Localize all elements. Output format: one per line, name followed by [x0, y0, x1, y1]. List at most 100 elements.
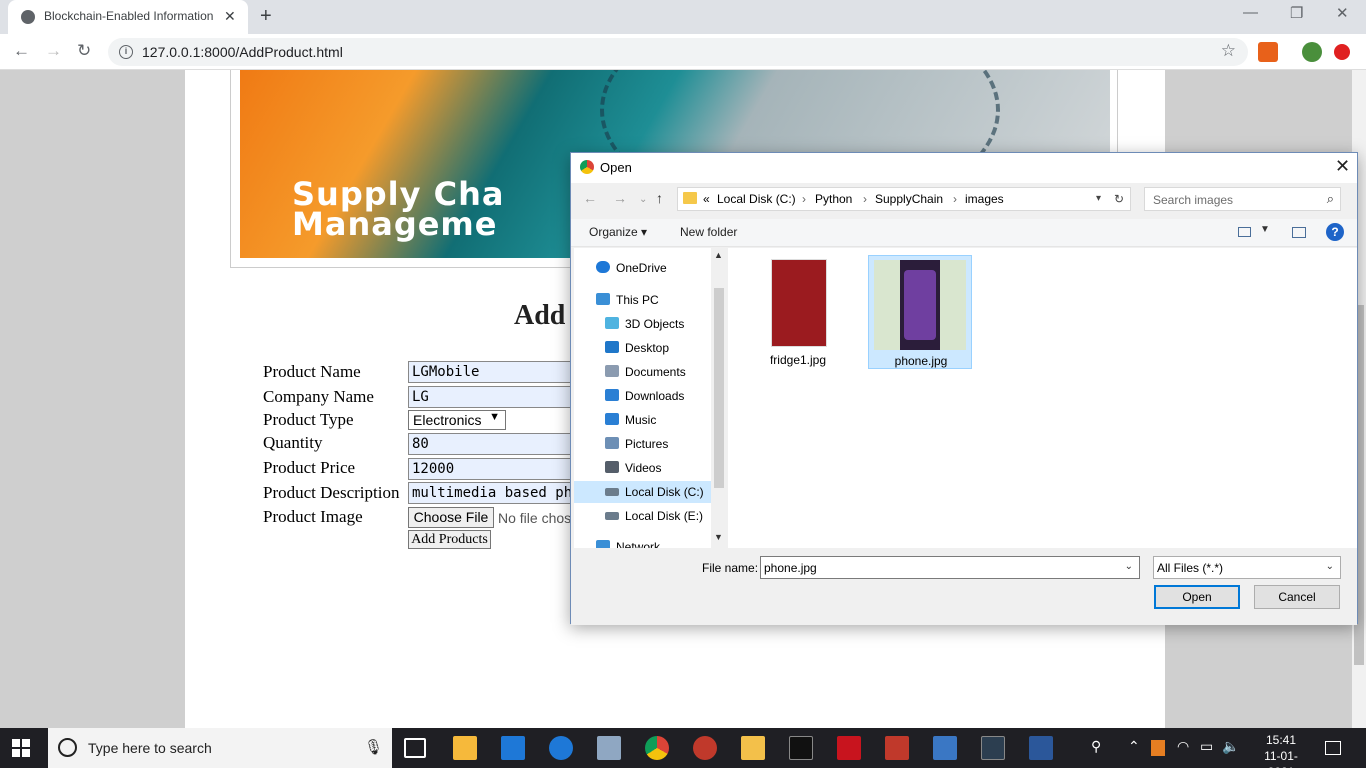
- chevron-up-icon[interactable]: ⌃: [1128, 738, 1140, 755]
- navigation-scrollbar[interactable]: ▲ ▼: [711, 248, 727, 548]
- extension-icon[interactable]: [1302, 42, 1322, 62]
- app-icon[interactable]: [885, 736, 909, 760]
- app-icon[interactable]: [597, 736, 621, 760]
- file-name-input[interactable]: phone.jpg ⌄: [760, 556, 1140, 579]
- tab-strip: Blockchain-Enabled Information ✕ + — ❐ ✕: [0, 0, 1366, 34]
- dialog-footer: File name: phone.jpg ⌄ All Files (*.*) ⌄…: [571, 549, 1357, 625]
- preview-pane-icon[interactable]: [1292, 227, 1306, 238]
- nav-3d-objects[interactable]: 3D Objects: [574, 313, 711, 335]
- store-icon[interactable]: [453, 736, 477, 760]
- app-icon[interactable]: [693, 736, 717, 760]
- breadcrumb-supplychain[interactable]: SupplyChain: [875, 192, 943, 206]
- file-name-label: File name:: [702, 561, 759, 575]
- nav-local-disk-c[interactable]: Local Disk (C:): [574, 481, 711, 503]
- choose-file-button[interactable]: Choose File: [408, 507, 494, 528]
- chevron-down-icon[interactable]: ⌄: [1125, 561, 1133, 572]
- file-explorer-icon[interactable]: [741, 736, 765, 760]
- restore-button[interactable]: ❐: [1290, 4, 1303, 22]
- nav-videos[interactable]: Videos: [574, 457, 711, 479]
- extension-icon[interactable]: [1334, 44, 1350, 60]
- task-view-icon[interactable]: [404, 738, 426, 758]
- file-type-select[interactable]: All Files (*.*) ⌄: [1153, 556, 1341, 579]
- dialog-close-icon[interactable]: ✕: [1335, 156, 1350, 177]
- tab-close-icon[interactable]: ✕: [224, 8, 236, 25]
- view-options-icon[interactable]: [1238, 227, 1251, 237]
- chevron-down-icon[interactable]: ▼: [1260, 224, 1270, 235]
- breadcrumb-python[interactable]: Python: [815, 192, 852, 206]
- nav-desktop[interactable]: Desktop: [574, 337, 711, 359]
- file-item[interactable]: fridge1.jpg: [746, 255, 850, 369]
- computer-icon: [596, 293, 610, 305]
- tab-title: Blockchain-Enabled Information: [44, 9, 214, 23]
- dialog-search-input[interactable]: Search images ⌕: [1144, 187, 1341, 211]
- chevron-right-icon: ›: [863, 192, 867, 206]
- forward-arrow-icon[interactable]: →: [45, 41, 62, 61]
- dialog-command-bar: Organize ▾ New folder ▼ ?: [571, 219, 1357, 247]
- close-window-button[interactable]: ✕: [1336, 4, 1349, 22]
- windows-start-icon[interactable]: [12, 739, 30, 757]
- nav-downloads[interactable]: Downloads: [574, 385, 711, 407]
- recent-dropdown-icon[interactable]: ⌄: [639, 194, 647, 205]
- reload-icon[interactable]: ↻: [77, 41, 91, 61]
- word-icon[interactable]: [1029, 736, 1053, 760]
- tray-app-icon[interactable]: [1151, 740, 1165, 756]
- people-icon[interactable]: ⚲: [1091, 738, 1101, 755]
- bookmark-star-icon[interactable]: ☆: [1221, 41, 1236, 61]
- scrollbar-thumb[interactable]: [714, 288, 724, 488]
- breadcrumb-overflow[interactable]: «: [703, 192, 710, 206]
- new-tab-button[interactable]: +: [260, 5, 272, 28]
- address-bar[interactable]: i 127.0.0.1:8000/AddProduct.html ☆: [108, 38, 1248, 66]
- product-price-input[interactable]: 12000: [408, 458, 588, 480]
- back-arrow-icon[interactable]: ←: [583, 190, 597, 206]
- nav-onedrive[interactable]: OneDrive: [574, 257, 711, 279]
- product-name-input[interactable]: LGMobile: [408, 361, 588, 383]
- chrome-icon[interactable]: [645, 736, 669, 760]
- taskbar: Type here to search 🎙 ⚲ ⌃ ◠ ▭ 🔈 15:41 11…: [0, 728, 1366, 768]
- browser-tab[interactable]: Blockchain-Enabled Information ✕: [8, 0, 248, 34]
- microphone-icon[interactable]: 🎙: [364, 738, 383, 756]
- up-arrow-icon[interactable]: ↑: [656, 190, 663, 206]
- cancel-button[interactable]: Cancel: [1254, 585, 1340, 609]
- open-button[interactable]: Open: [1154, 585, 1240, 609]
- dialog-address-bar[interactable]: « Local Disk (C:) › Python › SupplyChain…: [677, 187, 1131, 211]
- command-prompt-icon[interactable]: [789, 736, 813, 760]
- nav-music[interactable]: Music: [574, 409, 711, 431]
- nav-network[interactable]: Network: [574, 536, 711, 548]
- info-icon[interactable]: i: [119, 45, 133, 59]
- product-type-select[interactable]: Electronics ▼: [408, 410, 506, 430]
- pictures-icon: [605, 437, 619, 449]
- quantity-input[interactable]: 80: [408, 433, 588, 455]
- mail-icon[interactable]: [501, 736, 525, 760]
- help-icon[interactable]: ?: [1326, 223, 1344, 241]
- extension-icon[interactable]: [1258, 42, 1278, 62]
- product-description-input[interactable]: multimedia based phone: [408, 482, 588, 504]
- clock[interactable]: 15:41 11-01-2021: [1255, 732, 1307, 768]
- forward-arrow-icon[interactable]: →: [613, 190, 627, 206]
- chevron-down-icon[interactable]: ▾: [1096, 193, 1101, 204]
- acrobat-icon[interactable]: [837, 736, 861, 760]
- scroll-up-icon[interactable]: ▲: [714, 250, 723, 260]
- wifi-icon[interactable]: ◠: [1177, 738, 1189, 755]
- scroll-down-icon[interactable]: ▼: [714, 532, 723, 542]
- edge-icon[interactable]: [549, 736, 573, 760]
- organize-menu[interactable]: Organize ▾: [589, 225, 647, 239]
- nav-pictures[interactable]: Pictures: [574, 433, 711, 455]
- add-products-button[interactable]: Add Products: [408, 530, 491, 549]
- file-item-selected[interactable]: phone.jpg: [868, 255, 972, 369]
- breadcrumb-images[interactable]: images: [965, 192, 1004, 206]
- back-arrow-icon[interactable]: ←: [13, 41, 30, 61]
- volume-icon[interactable]: 🔈: [1222, 738, 1239, 755]
- company-name-input[interactable]: LG: [408, 386, 588, 408]
- python-icon[interactable]: [933, 736, 957, 760]
- nav-this-pc[interactable]: This PC: [574, 289, 711, 311]
- breadcrumb-local-disk[interactable]: Local Disk (C:): [717, 192, 796, 206]
- battery-icon[interactable]: ▭: [1200, 738, 1213, 755]
- nav-documents[interactable]: Documents: [574, 361, 711, 383]
- app-icon[interactable]: [981, 736, 1005, 760]
- new-folder-button[interactable]: New folder: [680, 225, 737, 239]
- minimize-button[interactable]: —: [1243, 4, 1258, 21]
- taskbar-search[interactable]: Type here to search 🎙: [48, 728, 392, 768]
- nav-local-disk-e[interactable]: Local Disk (E:): [574, 505, 711, 527]
- refresh-icon[interactable]: ↻: [1114, 192, 1124, 206]
- notification-icon[interactable]: [1325, 741, 1341, 755]
